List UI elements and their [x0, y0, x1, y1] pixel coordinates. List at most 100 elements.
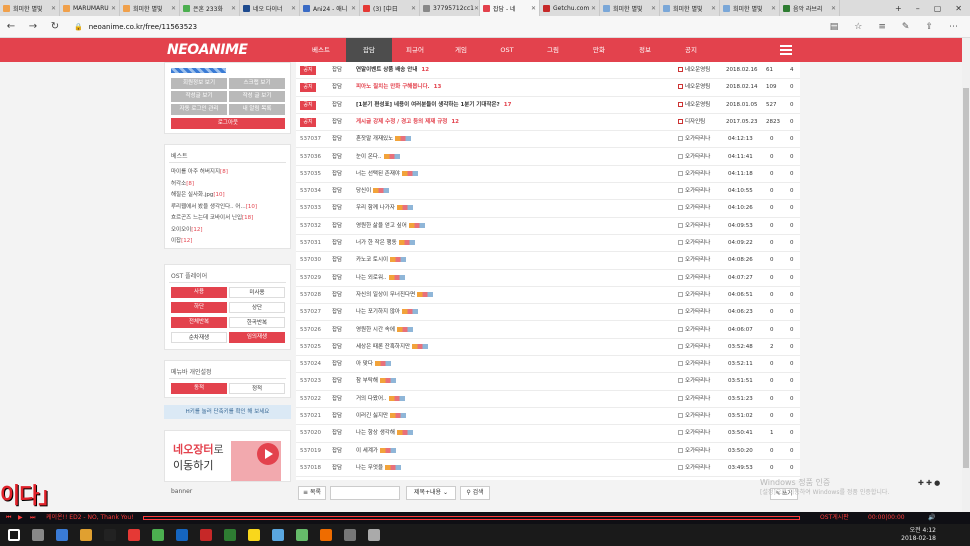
site-logo[interactable]: NEOANIME [167, 42, 248, 58]
user-menu-button[interactable]: 작성글 보기 [171, 91, 227, 102]
best-post-link[interactable]: 마이를 아주 허버지지[8] [171, 167, 228, 175]
best-post-link[interactable]: 흐르곤즈 느는데 코바이서 닌입[18] [171, 213, 253, 221]
tab-close-icon[interactable]: ✕ [651, 5, 656, 12]
post-author[interactable]: 네오운영팀 [678, 97, 710, 114]
post-title-link[interactable]: 게시글 강제 수정 / 경고 등의 제재 규정 12 [356, 114, 459, 131]
post-row[interactable]: 537035 잡담 너는 선택된 존재야 오가타리나 04:11:18 0 0 [296, 166, 800, 184]
browser-tab[interactable]: MARUMARU ✕ [60, 0, 120, 16]
app-icon[interactable] [344, 529, 356, 541]
forward-icon[interactable]: → [22, 21, 44, 32]
post-author[interactable]: 오가타리나 [678, 356, 710, 373]
post-row[interactable]: 537021 잡담 이러긴 싫지만 오가타리나 03:51:02 0 0 [296, 408, 800, 426]
edge-icon[interactable] [80, 529, 92, 541]
post-row[interactable]: 537027 잡담 나는 포기하지 않아 오가타리나 04:06:23 0 0 [296, 304, 800, 322]
search-type-select[interactable]: 제목+내용 ⌄ [406, 486, 456, 500]
post-author[interactable]: 오가타리나 [678, 235, 710, 252]
post-row[interactable]: 537036 잡담 눈이 온다.. 오가타리나 04:11:41 0 0 [296, 149, 800, 166]
post-author[interactable]: 네오운영팀 [678, 62, 710, 79]
post-row[interactable]: 537024 잡담 아 맞다 오가타리나 03:52:11 0 0 [296, 356, 800, 374]
user-menu-button[interactable]: 자동 로그인 관리 [171, 104, 227, 115]
browser-tab[interactable]: 네오 다이너 ✕ [240, 0, 300, 16]
post-row[interactable]: 537031 잡담 너가 한 작은 행동 오가타리나 04:09:22 0 0 [296, 235, 800, 253]
post-author[interactable]: 오가타리나 [678, 270, 710, 287]
play-button-icon[interactable]: ▶ [18, 512, 23, 524]
ost-option-button[interactable]: 순차재생 [171, 332, 227, 343]
app-icon[interactable] [272, 529, 284, 541]
post-title-link[interactable]: 이 세계가 [356, 443, 396, 460]
post-row[interactable]: 537029 잡담 나는 외로워.. 오가타리나 04:07:27 0 0 [296, 270, 800, 287]
post-author[interactable]: 오가타리나 [678, 322, 710, 339]
notice-row[interactable]: 공지 잡담 연말이벤트 상품 배송 안내 12 네오운영팀 2018.02.16 61 4 [296, 62, 800, 80]
user-menu-button[interactable]: 작성 글 보기 [229, 91, 285, 102]
user-menu-button[interactable]: 스크랩 보기 [229, 78, 285, 89]
post-row[interactable]: 537030 잡담 카노코 토시이 오가타리나 04:08:26 0 0 [296, 252, 800, 270]
best-post-link[interactable]: 허각소[8] [171, 179, 194, 187]
app-icon[interactable] [128, 529, 140, 541]
app-icon[interactable] [368, 529, 380, 541]
browser-tab[interactable]: 37795712cc1 ✕ [420, 0, 480, 16]
post-title-link[interactable]: 눈이 온다.. [356, 149, 400, 166]
nav-6[interactable]: 만화 [576, 38, 622, 62]
back-icon[interactable]: ← [0, 21, 22, 32]
post-title-link[interactable]: 이러긴 싫지만 [356, 408, 407, 425]
post-title-link[interactable]: 나는 항상 생각해 [356, 425, 413, 442]
post-author[interactable]: 오가타리나 [678, 373, 710, 390]
browser-tab[interactable]: 음악 라브리 ✕ [780, 0, 840, 16]
favorites-hub-icon[interactable]: ≡ [878, 22, 886, 32]
browser-tab[interactable]: (3) [中日 ✕ [360, 0, 420, 16]
post-row[interactable]: 537033 잡담 우리 함께 나가자 오가타리나 04:10:26 0 0 [296, 200, 800, 218]
nav-1[interactable]: 잡담 [346, 38, 392, 62]
list-button[interactable]: ≡ 목록 [298, 486, 326, 500]
post-title-link[interactable]: 자신의 일상이 무너진다면 [356, 287, 434, 304]
next-icon[interactable]: ⏭ [30, 512, 35, 524]
logout-button[interactable]: 로그아웃 [171, 118, 285, 129]
tab-close-icon[interactable]: ✕ [711, 5, 716, 12]
nav-4[interactable]: OST [484, 38, 530, 62]
refresh-icon[interactable]: ↻ [44, 21, 66, 32]
post-title-link[interactable]: [1분기 편성표] 네용이 여러분들이 생각하는 1분기 기대작은? 17 [356, 97, 511, 114]
post-title-link[interactable]: 당신이 [356, 183, 390, 200]
post-author[interactable]: 오가타리나 [678, 166, 710, 183]
user-menu-button[interactable]: 회원정보 보기 [171, 78, 227, 89]
post-author[interactable]: 오가타리나 [678, 460, 710, 477]
url-field[interactable]: 🔒 neoanime.co.kr/free/11563523 [74, 23, 197, 31]
tab-close-icon[interactable]: ✕ [51, 5, 56, 12]
more-icon[interactable]: ⋯ [949, 22, 958, 32]
hamburger-menu-icon[interactable] [780, 45, 792, 57]
ost-option-button[interactable]: 상단 [229, 302, 285, 313]
post-author[interactable]: 디자인팀 [678, 114, 705, 131]
menu-style-button[interactable]: 정적 [229, 383, 285, 394]
post-row[interactable]: 537023 잡담 참 부탁해 오가타리나 03:51:51 0 0 [296, 373, 800, 391]
app-icon[interactable] [200, 529, 212, 541]
ost-option-button[interactable]: 임의재생 [229, 332, 285, 343]
market-ad-banner[interactable]: 네오장터로 이동하기 [164, 430, 291, 482]
best-post-link[interactable]: 오이오이[12] [171, 225, 203, 233]
post-author[interactable]: 네오운영팀 [678, 79, 710, 96]
app-icon[interactable] [224, 529, 236, 541]
nav-0[interactable]: 베스트 [298, 38, 344, 62]
search-input[interactable] [330, 486, 400, 500]
post-row[interactable]: 537028 잡담 자신의 일상이 무너진다면 오가타리나 04:06:51 0 0 [296, 287, 800, 305]
post-title-link[interactable]: 나는 포기하지 않아 [356, 304, 418, 321]
notice-row[interactable]: 공지 잡담 피아노 칠치는 만화 구해봅니다. 13 네오운영팀 2018.02.14 10… [296, 79, 800, 97]
post-title-link[interactable]: 연말이벤트 상품 배송 안내 12 [356, 62, 429, 79]
minimize-icon[interactable]: – [916, 4, 920, 13]
post-row[interactable]: 537032 잡담 영원한 삶을 얻고 싶어 오가타리나 04:09:53 0 0 [296, 218, 800, 235]
browser-tab[interactable]: 희미한 별빛 ✕ [720, 0, 780, 16]
page-scrollbar[interactable] [962, 38, 970, 512]
maximize-icon[interactable]: ▢ [934, 4, 942, 13]
notice-row[interactable]: 공지 잡담 [1분기 편성표] 네용이 여러분들이 생각하는 1분기 기대작은? 17… [296, 97, 800, 114]
reading-view-icon[interactable]: ▤ [830, 22, 839, 32]
browser-tab[interactable]: Getchu.com ✕ [540, 0, 600, 16]
ost-option-button[interactable]: 사용 [171, 287, 227, 298]
post-row[interactable]: 537037 잡담 혼잣말 개재있노 오가타리나 04:12:13 0 0 [296, 131, 800, 149]
post-title-link[interactable]: 너는 선택된 존재야 [356, 166, 418, 183]
post-author[interactable]: 오가타리나 [678, 443, 710, 460]
track-progress-bar[interactable] [143, 516, 800, 520]
close-window-icon[interactable]: ✕ [955, 4, 962, 13]
post-author[interactable]: 오가타리나 [678, 252, 710, 269]
browser-tab[interactable]: 잡담 - 네 ✕ [480, 0, 540, 16]
nav-8[interactable]: 공지 [668, 38, 714, 62]
post-title-link[interactable]: 아 맞다 [356, 356, 391, 373]
tab-close-icon[interactable]: ✕ [591, 5, 596, 12]
